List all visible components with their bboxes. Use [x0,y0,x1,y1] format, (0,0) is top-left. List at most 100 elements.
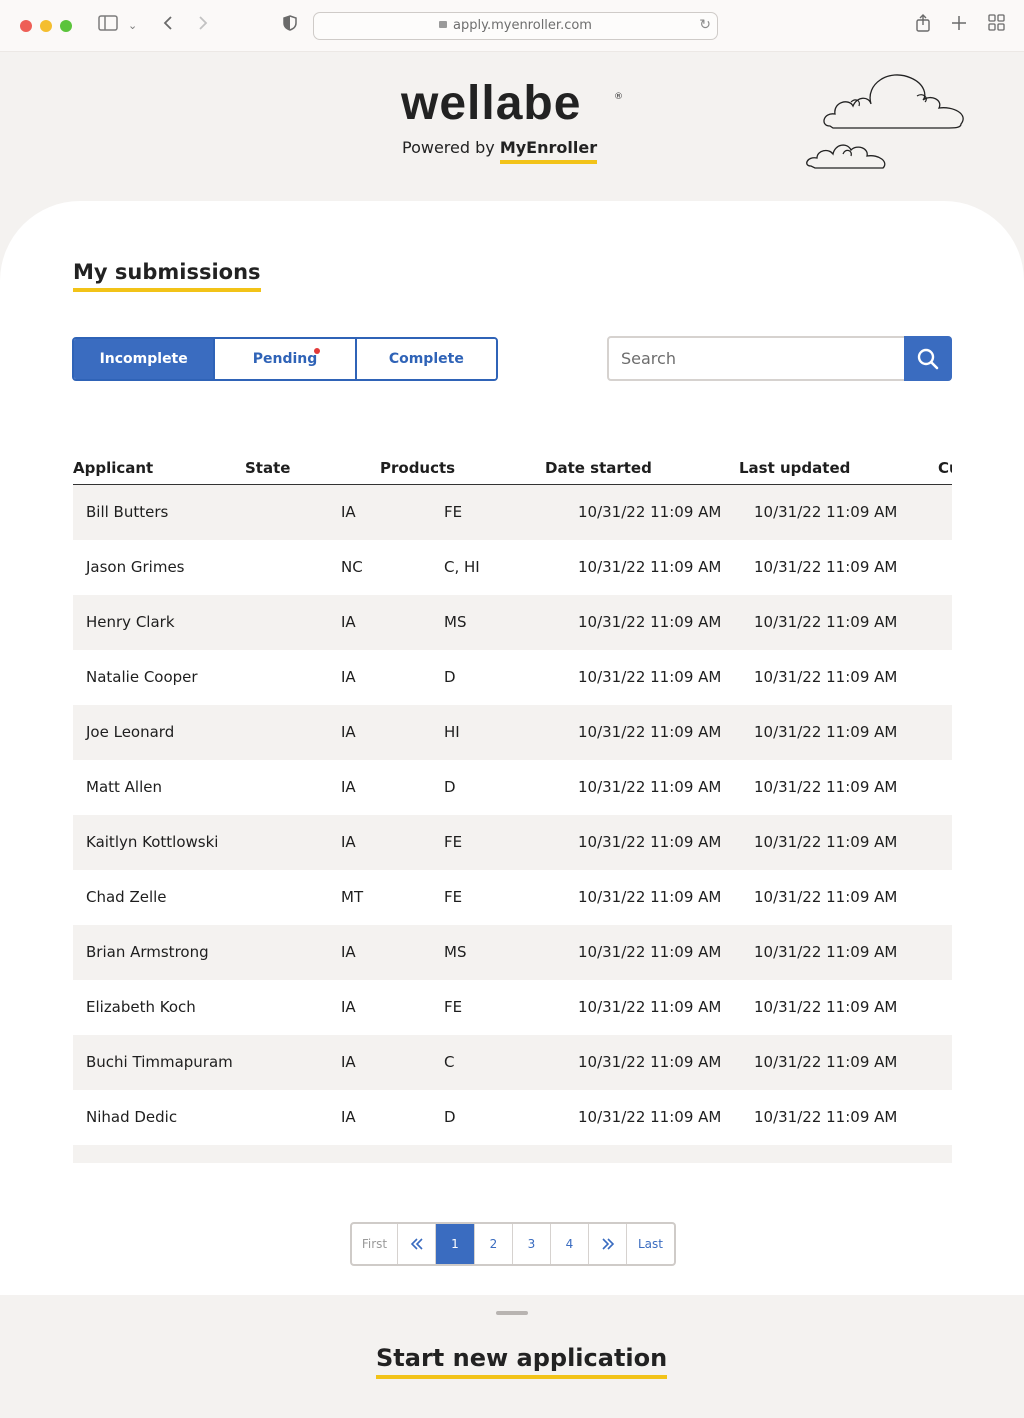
previous-page-button[interactable] [398,1224,436,1264]
start-new-application-title[interactable]: Start new application [376,1344,668,1379]
cell-products: FE [444,998,463,1016]
tab-incomplete-label: Incomplete [99,351,188,367]
sidebar-toggle-icon[interactable] [98,14,118,38]
powered-by: Powered by MyEnroller [402,138,597,157]
chevron-down-icon[interactable]: ⌄ [128,14,137,38]
submissions-table: Applicant State Products Date started La… [73,455,952,1163]
share-icon[interactable] [915,14,931,39]
cell-date-started: 10/31/22 11:09 AM [578,723,722,741]
sheet-drag-handle[interactable] [496,1311,528,1315]
reload-icon[interactable]: ↻ [699,17,711,33]
cell-applicant: Buchi Timmapuram [86,1053,233,1071]
cell-applicant: Kaitlyn Kottlowski [86,833,219,851]
cell-last-updated: 10/31/22 11:09 AM [754,778,898,796]
first-page-button[interactable]: First [352,1224,398,1264]
maximize-window-button[interactable] [60,20,72,32]
cell-last-updated: 10/31/22 11:09 AM [754,998,898,1016]
tab-incomplete[interactable]: Incomplete [74,339,214,379]
column-header-state[interactable]: State [245,459,290,477]
cell-products: MS [444,613,467,631]
table-row[interactable]: Buchi Timmapuram IA C 10/31/22 11:09 AM 10/3… [73,1035,952,1090]
cell-state: IA [341,778,356,796]
cell-date-started: 10/31/22 11:09 AM [578,943,722,961]
forward-icon[interactable] [197,14,209,38]
cell-applicant: Chad Zelle [86,888,167,906]
cell-last-updated: 10/31/22 11:09 AM [754,943,898,961]
cell-products: FE [444,833,463,851]
search-input[interactable] [609,338,905,379]
close-window-button[interactable] [20,20,32,32]
next-page-button[interactable] [589,1224,627,1264]
table-row[interactable]: Brian Armstrong IA MS 10/31/22 11:09 AM 10/3… [73,925,952,980]
shield-icon[interactable] [283,14,297,38]
cell-last-updated: 10/31/22 11:09 AM [754,613,898,631]
table-row[interactable] [73,1145,952,1163]
page-4-button[interactable]: 4 [551,1224,589,1264]
cell-last-updated: 10/31/22 11:09 AM [754,503,898,521]
table-row[interactable]: Kaitlyn Kottlowski IA FE 10/31/22 11:09 AM 1… [73,815,952,870]
lock-icon [439,21,448,28]
table-row[interactable]: Matt Allen IA D 10/31/22 11:09 AM 10/31/22 1… [73,760,952,815]
url-text: apply.myenroller.com [453,18,592,33]
cell-applicant: Joe Leonard [86,723,175,741]
address-bar[interactable]: apply.myenroller.com ↻ [313,12,718,40]
page-1-button[interactable]: 1 [436,1224,475,1264]
table-row[interactable]: Joe Leonard IA HI 10/31/22 11:09 AM 10/31/22… [73,705,952,760]
cell-applicant: Brian Armstrong [86,943,209,961]
table-row[interactable]: Bill Butters IA FE 10/31/22 11:09 AM 10/31/2… [73,485,952,540]
cell-applicant: Jason Grimes [86,558,185,576]
table-row[interactable]: Nihad Dedic IA D 10/31/22 11:09 AM 10/31/22 … [73,1090,952,1145]
tab-pending-label: Pending [252,351,318,367]
cell-state: NC [341,558,363,576]
cell-products: FE [444,888,463,906]
table-body: Bill Butters IA FE 10/31/22 11:09 AM 10/31/2… [73,485,952,1163]
page-2-button[interactable]: 2 [475,1224,513,1264]
column-header-cut-off[interactable]: Cu [938,459,952,477]
cell-date-started: 10/31/22 11:09 AM [578,998,722,1016]
minimize-window-button[interactable] [40,20,52,32]
cell-products: D [444,1108,456,1126]
column-header-products[interactable]: Products [380,459,455,477]
browser-toolbar: ⌄ apply.myenroller.com ↻ [0,0,1024,52]
table-row[interactable]: Chad Zelle MT FE 10/31/22 11:09 AM 10/31/22 … [73,870,952,925]
status-tabs: Incomplete Pending Complete [72,337,498,381]
search-icon [917,348,939,369]
page-title: My submissions [73,260,261,292]
table-row[interactable]: Natalie Cooper IA D 10/31/22 11:09 AM 10/31/… [73,650,952,705]
tab-overview-icon[interactable] [988,14,1005,38]
cell-last-updated: 10/31/22 11:09 AM [754,668,898,686]
cell-state: IA [341,613,356,631]
back-icon[interactable] [162,14,174,38]
search-box [607,336,952,381]
column-header-applicant[interactable]: Applicant [73,459,153,477]
cell-last-updated: 10/31/22 11:09 AM [754,558,898,576]
page-3-button[interactable]: 3 [513,1224,551,1264]
cell-state: MT [341,888,364,906]
search-button[interactable] [904,336,952,381]
pagination: First 1 2 3 4 Last [350,1222,676,1266]
tab-complete[interactable]: Complete [354,339,496,379]
table-row[interactable]: Jason Grimes NC C, HI 10/31/22 11:09 AM 10/3… [73,540,952,595]
cell-state: IA [341,668,356,686]
cell-last-updated: 10/31/22 11:09 AM [754,888,898,906]
last-page-button[interactable]: Last [627,1224,674,1264]
cell-applicant: Natalie Cooper [86,668,198,686]
table-row[interactable]: Elizabeth Koch IA FE 10/31/22 11:09 AM 10/31… [73,980,952,1035]
column-header-date-started[interactable]: Date started [545,459,652,477]
myenroller-brand: MyEnroller [499,138,598,157]
cell-state: IA [341,998,356,1016]
cell-products: MS [444,943,467,961]
cell-date-started: 10/31/22 11:09 AM [578,1053,722,1071]
wellabe-logo: wellabe [401,77,582,130]
column-header-last-updated[interactable]: Last updated [739,459,850,477]
cell-applicant: Matt Allen [86,778,162,796]
new-tab-icon[interactable] [951,14,967,38]
cell-state: IA [341,1053,356,1071]
cell-state: IA [341,943,356,961]
double-chevron-left-icon [410,1238,423,1250]
table-row[interactable]: Henry Clark IA MS 10/31/22 11:09 AM 10/31/22… [73,595,952,650]
cell-last-updated: 10/31/22 11:09 AM [754,1053,898,1071]
cell-applicant: Bill Butters [86,503,169,521]
cell-date-started: 10/31/22 11:09 AM [578,503,722,521]
tab-pending[interactable]: Pending [213,339,355,379]
